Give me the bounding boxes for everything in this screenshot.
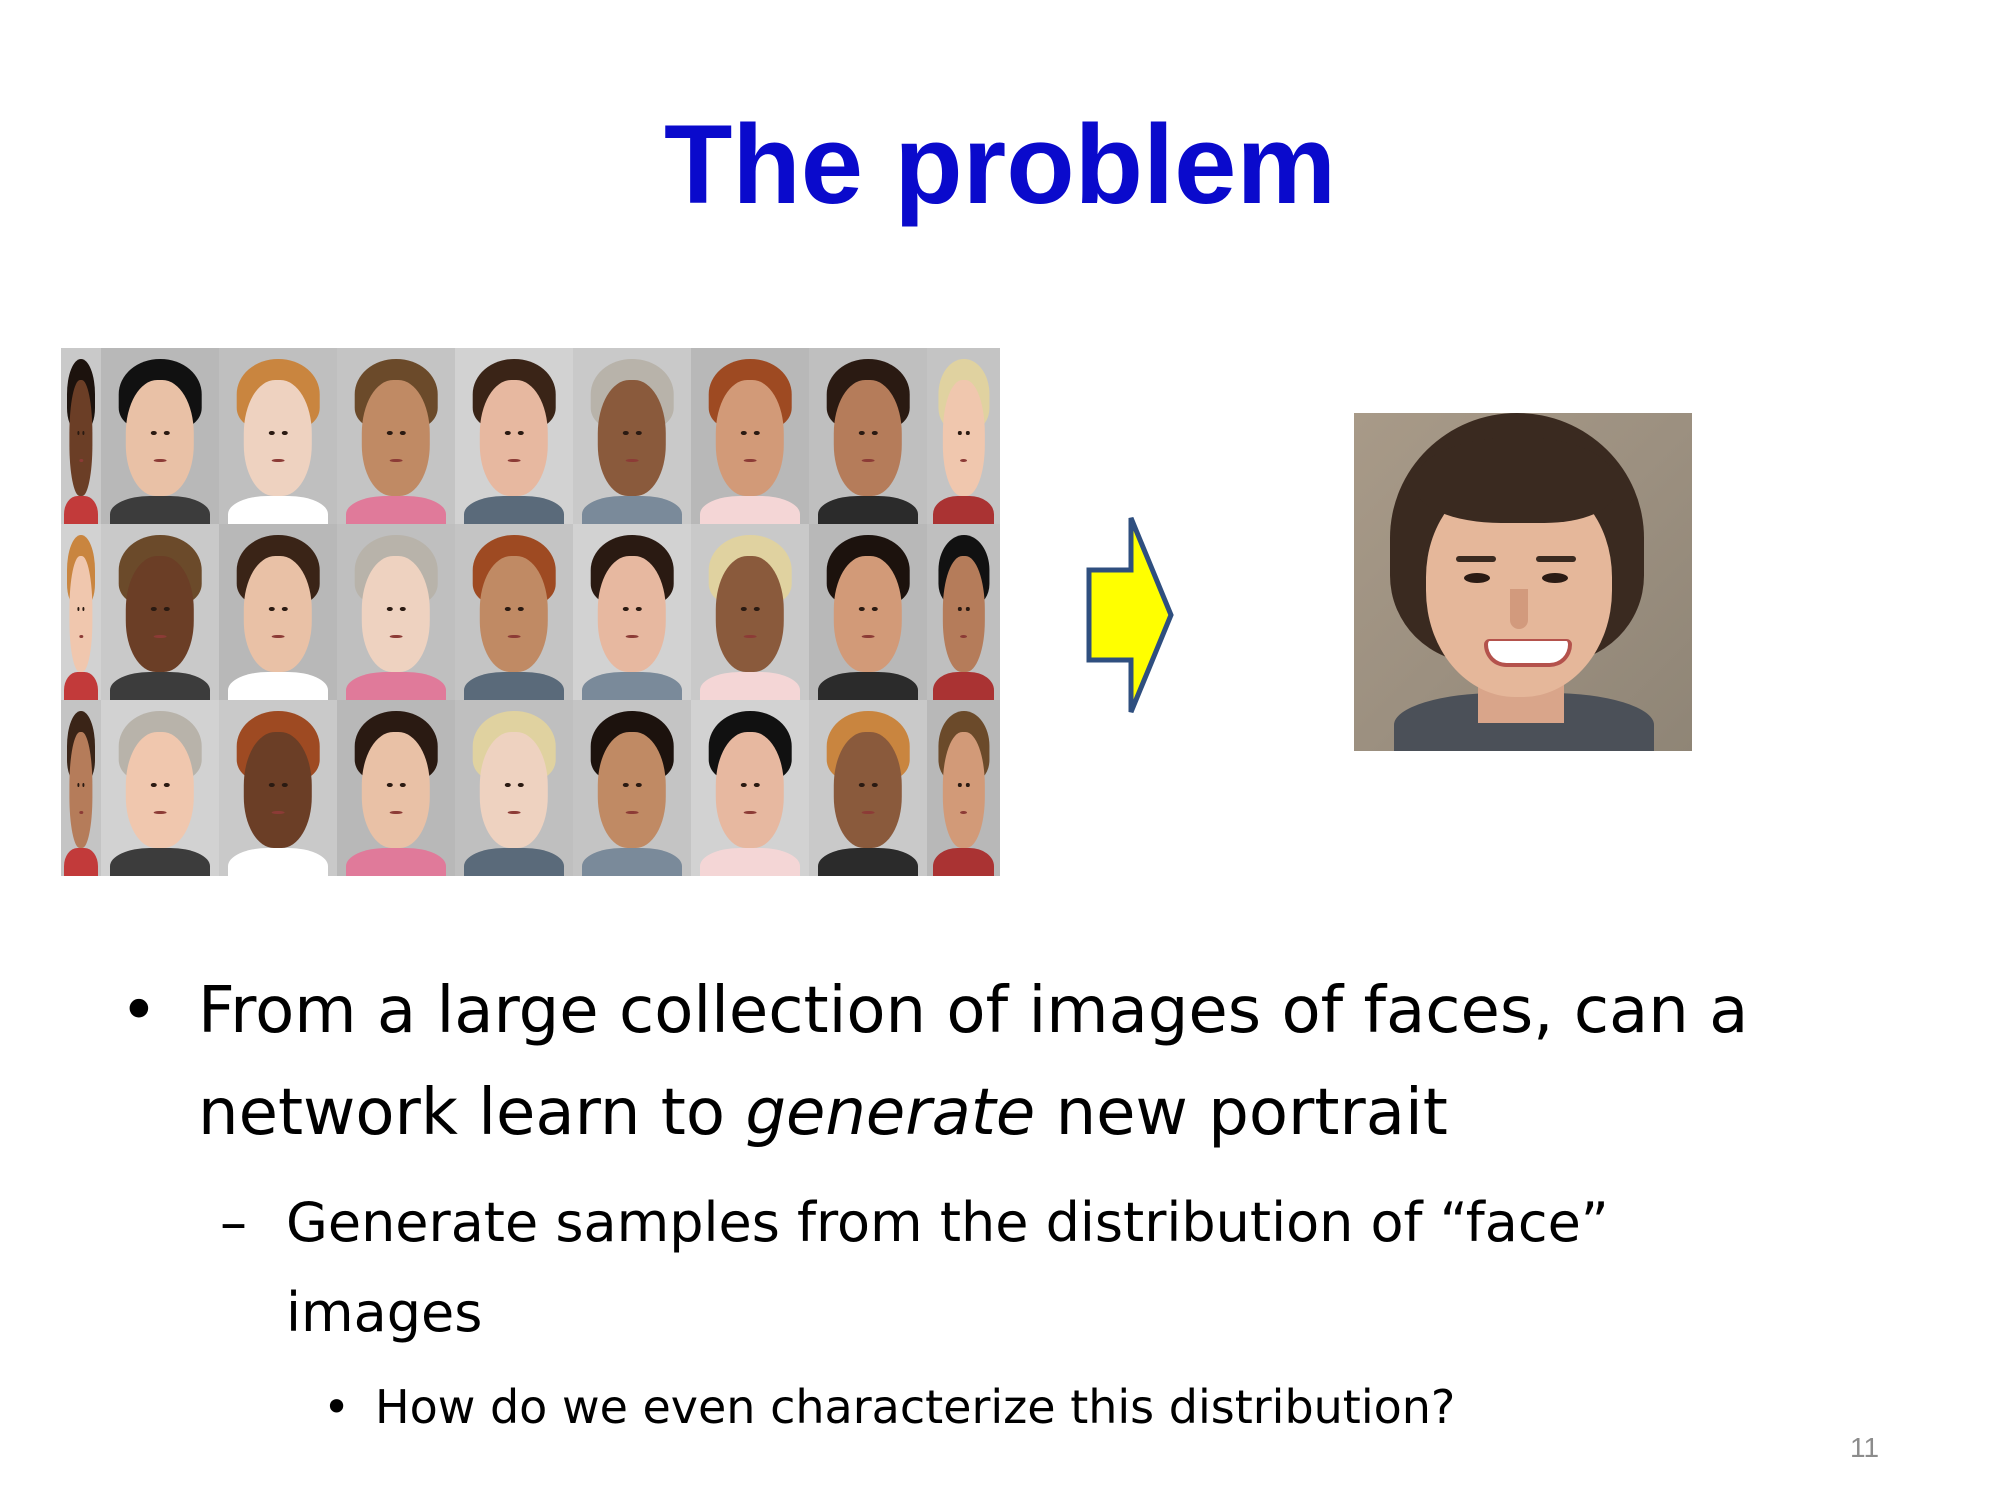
portrait-brow-right bbox=[1536, 556, 1576, 562]
right-arrow-icon bbox=[1086, 517, 1174, 713]
generated-portrait-image bbox=[1354, 413, 1692, 751]
collage-face bbox=[691, 700, 809, 876]
collage-face bbox=[337, 700, 455, 876]
portrait-eye-left bbox=[1464, 573, 1490, 583]
collage-face bbox=[455, 348, 573, 524]
collage-face bbox=[337, 348, 455, 524]
collage-face bbox=[573, 524, 691, 700]
portrait-brow-left bbox=[1456, 556, 1496, 562]
collage-face bbox=[61, 524, 101, 700]
bullet-dash: – bbox=[220, 1191, 247, 1254]
collage-face bbox=[455, 700, 573, 876]
collage-face bbox=[809, 700, 927, 876]
portrait-eye-right bbox=[1542, 573, 1568, 583]
collage-face bbox=[219, 700, 337, 876]
collage-face bbox=[691, 524, 809, 700]
collage-face bbox=[219, 348, 337, 524]
collage-face bbox=[61, 348, 101, 524]
collage-face bbox=[101, 700, 219, 876]
collage-face bbox=[691, 348, 809, 524]
collage-face bbox=[337, 524, 455, 700]
slide-title: The problem bbox=[663, 102, 1337, 227]
bullet-dot: • bbox=[120, 974, 158, 1048]
bullet-dot-small: • bbox=[323, 1380, 351, 1434]
portrait-bangs bbox=[1414, 437, 1614, 523]
collage-face bbox=[455, 524, 573, 700]
page-number: 11 bbox=[1850, 1432, 1880, 1463]
bullet-level-2: Generate samples from the distribution o… bbox=[286, 1191, 1609, 1344]
slide: The problem • From a large collection of… bbox=[0, 0, 2000, 1500]
bullet-level-1: From a large collection of images of fac… bbox=[198, 974, 1749, 1150]
collage-face bbox=[927, 348, 1000, 524]
portrait-nose bbox=[1510, 589, 1528, 629]
collage-face bbox=[101, 348, 219, 524]
collage-face bbox=[927, 700, 1000, 876]
collage-face bbox=[809, 348, 927, 524]
collage-face bbox=[219, 524, 337, 700]
face-collage-image bbox=[61, 348, 1000, 876]
collage-face bbox=[809, 524, 927, 700]
collage-face bbox=[101, 524, 219, 700]
collage-face bbox=[573, 700, 691, 876]
collage-face bbox=[61, 700, 101, 876]
bullet-level-3: How do we even characterize this distrib… bbox=[375, 1380, 1456, 1434]
collage-face bbox=[927, 524, 1000, 700]
emphasis-generate: generate bbox=[745, 1076, 1036, 1150]
collage-face bbox=[573, 348, 691, 524]
portrait-smile bbox=[1484, 639, 1572, 667]
